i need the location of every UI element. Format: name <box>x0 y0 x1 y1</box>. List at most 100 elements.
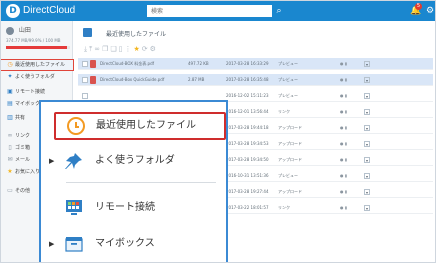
user-icon <box>6 26 14 35</box>
chevron-down-icon[interactable]: ▾ <box>364 93 370 99</box>
row-actions[interactable]: ● ▮ <box>340 58 347 70</box>
file-size: 2.87 MB <box>188 77 205 82</box>
popover-item-label: リモート接続 <box>95 202 155 213</box>
row-actions[interactable]: ● ▮ <box>340 154 347 166</box>
search-input[interactable] <box>147 5 272 17</box>
file-date: 2017-03-28 19:34:50 <box>226 157 269 162</box>
file-date: 2016-10-31 13:51:36 <box>226 173 269 178</box>
expand-triangle-icon[interactable]: ▶ <box>49 147 54 175</box>
file-action: リンク <box>278 109 290 114</box>
row-checkbox[interactable] <box>82 93 88 99</box>
row-actions[interactable]: ● ▮ <box>340 138 347 150</box>
file-date: 2017-03-28 16:35:48 <box>226 77 269 82</box>
file-action: リンク <box>278 205 290 210</box>
table-row[interactable]: DirectCloud-BOX 料金表.pdf 497.72 KB 2017-03-… <box>78 58 433 70</box>
chevron-down-icon[interactable]: ▾ <box>364 157 370 163</box>
file-action: プレビュー <box>278 93 298 98</box>
file-date: 2017-03-28 19:44:18 <box>226 125 269 130</box>
pdf-file-icon <box>90 60 96 68</box>
monitor-icon: ▣ <box>7 88 13 95</box>
expand-triangle-icon[interactable]: ▶ <box>49 230 54 258</box>
clock-icon: ◷ <box>7 61 13 68</box>
folder-icon: ▭ <box>7 187 13 194</box>
box-icon <box>65 237 83 252</box>
sidebar-item-label: その他 <box>15 188 31 194</box>
popover-item-remote-connection[interactable]: リモート接続 <box>41 194 226 222</box>
popover-item-label: マイボックス <box>95 238 155 249</box>
file-action: アップロード <box>278 157 302 162</box>
row-actions[interactable]: ● ▮ <box>340 170 347 182</box>
storage-fill <box>6 46 67 49</box>
box-icon: ▤ <box>7 100 13 107</box>
user-info[interactable]: 山田 <box>6 25 31 35</box>
file-action: プレビュー <box>278 61 298 66</box>
chevron-down-icon[interactable]: ▾ <box>364 109 370 115</box>
refresh-icon[interactable]: ⟳ <box>142 45 150 53</box>
sidebar-item-label: リモート接続 <box>15 89 46 95</box>
chevron-down-icon[interactable]: ▾ <box>364 61 370 67</box>
file-name: DirectCloud-BOX 料金表.pdf <box>100 61 155 66</box>
sidebar-item-remote-connection[interactable]: ▣ リモート接続 <box>1 87 73 97</box>
sidebar-item-label: 最近使用したファイル <box>15 62 66 68</box>
monitor-icon <box>66 200 82 215</box>
file-date: 2017-03-28 19:27:44 <box>226 189 269 194</box>
navigation-popover: 最近使用したファイル ▶ よく使うフォルダ リモート接続 ▶ マイボックス <box>39 100 228 262</box>
pdf-file-icon <box>90 76 96 84</box>
pin-icon: ✦ <box>7 73 13 80</box>
chevron-down-icon[interactable]: ▾ <box>364 189 370 195</box>
clock-icon <box>67 117 85 135</box>
app-name: DirectCloud <box>23 5 76 16</box>
row-actions[interactable]: ● ▮ <box>340 74 347 86</box>
popover-item-favorite-folders[interactable]: ▶ よく使うフォルダ <box>41 147 226 175</box>
sidebar-item-label: ゴミ箱 <box>15 145 31 151</box>
logo-icon: D <box>6 4 20 18</box>
user-name: 山田 <box>18 27 31 34</box>
chevron-down-icon[interactable]: ▾ <box>364 205 370 211</box>
row-actions[interactable]: ● ▮ <box>340 202 347 214</box>
settings-icon[interactable]: ⚙ <box>150 45 158 53</box>
file-date: 2017-03-28 19:34:53 <box>226 141 269 146</box>
row-actions[interactable]: ● ▮ <box>340 186 347 198</box>
sidebar-item-label: よく使うフォルダ <box>15 74 55 80</box>
toolbar: ⤓⤒∞❐❑▯⋮★⟳⚙ <box>84 45 158 54</box>
divider <box>66 182 216 183</box>
notification-badge: 5 <box>415 3 422 10</box>
link-icon[interactable]: ∞ <box>94 45 102 53</box>
sidebar-item-label: お気に入り <box>15 169 41 175</box>
page-title: 最近使用したファイル <box>83 28 166 38</box>
table-row[interactable]: DirectCloud-Box QuickGuide.pdf 2.87 MB 201… <box>78 74 433 86</box>
mail-icon: ✉ <box>7 156 13 163</box>
popover-item-mybox[interactable]: ▶ マイボックス <box>41 230 226 258</box>
file-action: アップロード <box>278 125 302 130</box>
file-action: プレビュー <box>278 77 298 82</box>
move-icon[interactable]: ❑ <box>110 45 118 53</box>
sidebar-item-favorite-folders[interactable]: ✦ よく使うフォルダ <box>1 72 73 82</box>
file-size: 497.72 KB <box>188 61 209 66</box>
share-icon: ▥ <box>7 114 13 121</box>
storage-bar <box>6 46 70 49</box>
chevron-down-icon[interactable]: ▾ <box>364 125 370 131</box>
star-icon[interactable]: ★ <box>133 45 141 53</box>
row-checkbox[interactable] <box>82 61 88 67</box>
popover-item-label: よく使うフォルダ <box>95 155 175 166</box>
file-action: プレビュー <box>278 173 298 178</box>
popover-item-label: 最近使用したファイル <box>96 120 196 131</box>
link-icon: ∞ <box>7 132 13 139</box>
gear-icon[interactable]: ⚙ <box>426 5 435 17</box>
row-actions[interactable]: ● ▮ <box>340 106 347 118</box>
sidebar-item-label: 共有 <box>15 115 26 121</box>
file-date: 2016-12-01 13:56:44 <box>226 109 269 114</box>
row-checkbox[interactable] <box>82 77 88 83</box>
popover-item-recent-files[interactable]: 最近使用したファイル <box>54 112 226 140</box>
chevron-down-icon[interactable]: ▾ <box>364 77 370 83</box>
top-bar: D DirectCloud ⌕ 🔔 5 ⚙ <box>1 1 435 21</box>
chevron-down-icon[interactable]: ▾ <box>364 141 370 147</box>
storage-text: 374.77 MB/99.9% / 100 MB <box>6 38 61 43</box>
row-actions[interactable]: ● ▮ <box>340 122 347 134</box>
chevron-down-icon[interactable]: ▾ <box>364 173 370 179</box>
search-icon[interactable]: ⌕ <box>273 5 285 17</box>
sidebar-item-label: メール <box>15 157 31 163</box>
file-action: アップロード <box>278 189 302 194</box>
row-actions[interactable]: ● ▮ <box>340 90 347 102</box>
sidebar-item-recent-files[interactable]: ◷ 最近使用したファイル <box>1 59 74 71</box>
